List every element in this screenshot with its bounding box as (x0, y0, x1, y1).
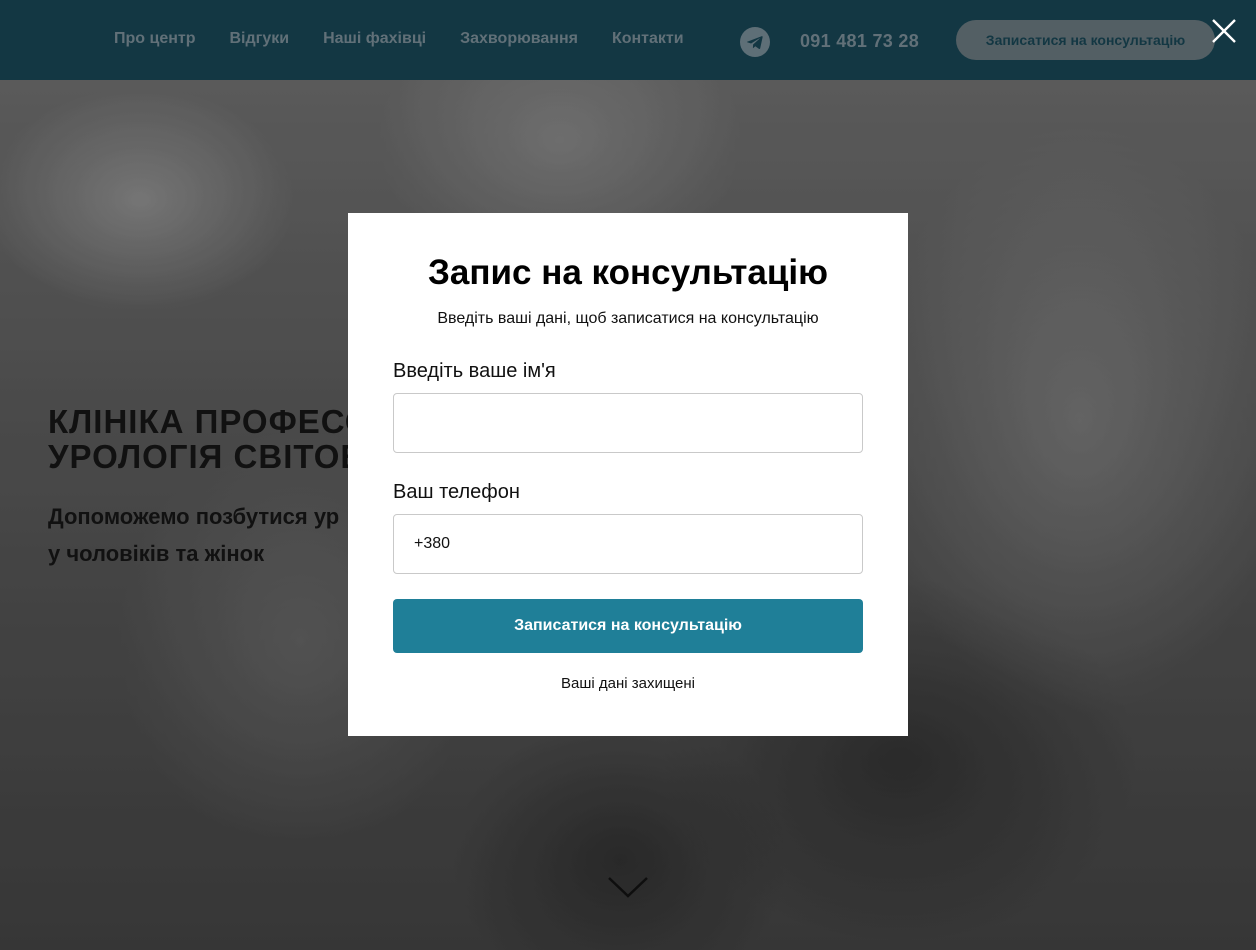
page: КЛІНІКА ПРОФЕСО УРОЛОГІЯ СВІТОВ Допоможе… (0, 0, 1256, 950)
phone-field-label: Ваш телефон (393, 481, 520, 503)
phone-input[interactable] (393, 514, 863, 574)
name-field-label: Введіть ваше ім'я (393, 360, 556, 382)
consultation-modal: Запис на консультацію Введіть ваші дані,… (348, 213, 908, 736)
close-icon[interactable] (1211, 18, 1237, 44)
modal-subtitle: Введіть ваші дані, щоб записатися на кон… (437, 310, 819, 327)
name-input[interactable] (393, 393, 863, 453)
submit-consultation-button[interactable]: Записатися на консультацію (393, 599, 863, 653)
privacy-note: Ваші дані захищені (561, 675, 695, 692)
modal-title: Запис на консультацію (427, 253, 829, 292)
